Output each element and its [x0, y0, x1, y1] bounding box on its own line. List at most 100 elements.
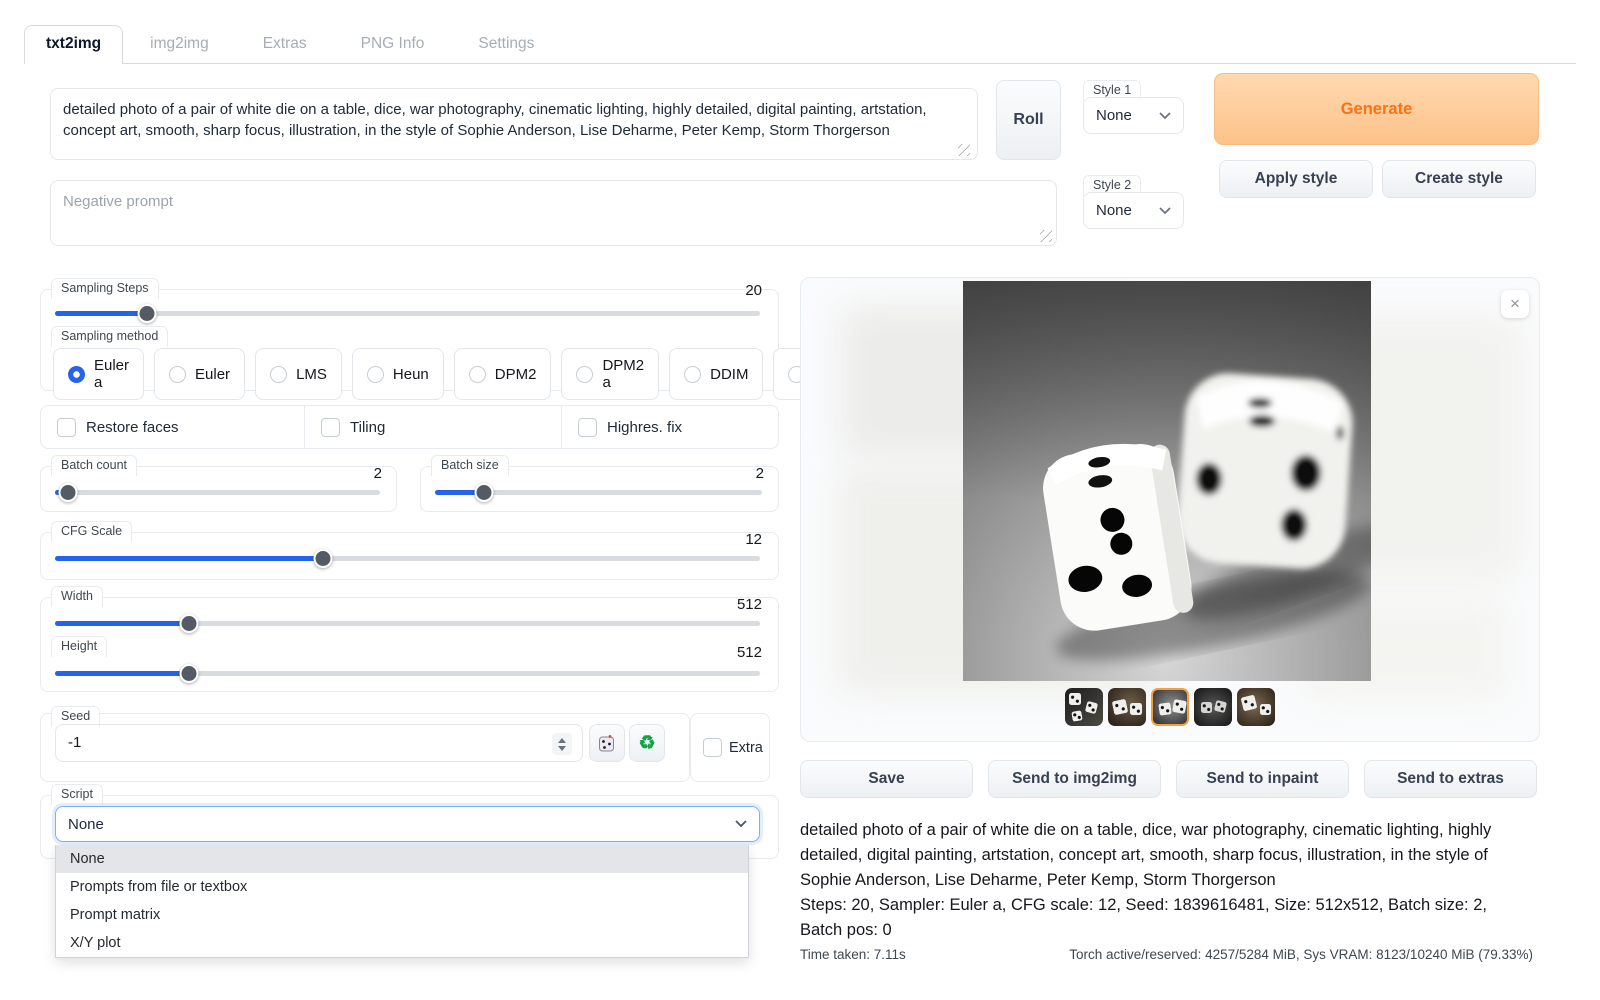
- tab-settings[interactable]: Settings: [451, 26, 561, 63]
- restore-faces-checkbox[interactable]: Restore faces: [41, 406, 305, 448]
- gallery-thumbnail-5[interactable]: [1237, 688, 1275, 726]
- slider-handle[interactable]: [137, 304, 156, 323]
- random-seed-button[interactable]: [589, 724, 625, 762]
- resize-handle-icon[interactable]: [1040, 230, 1052, 242]
- send-to-img2img-button[interactable]: Send to img2img: [988, 760, 1161, 798]
- sampler-option-lms[interactable]: LMS: [255, 348, 342, 400]
- sampler-option-euler[interactable]: Euler: [154, 348, 245, 400]
- chevron-down-icon: [1159, 207, 1171, 215]
- checkbox-icon: [578, 418, 597, 437]
- sampler-option-label: LMS: [296, 366, 327, 383]
- recycle-icon: ♻: [638, 734, 655, 753]
- slider-handle[interactable]: [59, 483, 78, 502]
- radio-icon: [576, 366, 593, 383]
- script-option-none[interactable]: None: [56, 845, 748, 873]
- sampler-option-label: Euler a: [94, 357, 129, 391]
- slider-handle[interactable]: [179, 664, 198, 683]
- radio-icon: [169, 366, 186, 383]
- radio-selected-icon: [68, 366, 85, 383]
- style2-value: None: [1096, 202, 1132, 219]
- create-style-button[interactable]: Create style: [1382, 160, 1536, 198]
- sampler-option-ddim[interactable]: DDIM: [669, 348, 763, 400]
- close-icon: ×: [1510, 294, 1520, 314]
- close-gallery-button[interactable]: ×: [1501, 290, 1529, 318]
- extra-label: Extra: [729, 740, 763, 756]
- restore-faces-label: Restore faces: [86, 419, 179, 436]
- prompt-input[interactable]: detailed photo of a pair of white die on…: [50, 88, 978, 160]
- roll-button[interactable]: Roll: [996, 80, 1061, 160]
- save-button[interactable]: Save: [800, 760, 973, 798]
- action-button-row: Save Send to img2img Send to inpaint Sen…: [800, 760, 1540, 798]
- style1-value: None: [1096, 107, 1132, 124]
- checkbox-icon: [703, 738, 722, 757]
- radio-icon: [684, 366, 701, 383]
- gallery-thumbnail-4[interactable]: [1194, 688, 1232, 726]
- script-value: None: [68, 816, 104, 833]
- seed-stepper[interactable]: [552, 733, 572, 755]
- slider-handle[interactable]: [313, 549, 332, 568]
- style2-select[interactable]: None: [1083, 192, 1184, 229]
- tab-txt2img[interactable]: txt2img: [24, 25, 123, 64]
- gallery-thumbnail-3-selected[interactable]: [1151, 688, 1189, 726]
- gallery-thumbnail-1[interactable]: [1065, 688, 1103, 726]
- width-label: Width: [51, 586, 103, 607]
- width-slider[interactable]: [55, 614, 760, 633]
- highres-fix-checkbox[interactable]: Highres. fix: [562, 406, 778, 448]
- gallery-thumbnail-2[interactable]: [1108, 688, 1146, 726]
- sampling-card: Sampling Steps 20 Sampling method Euler …: [40, 289, 779, 391]
- negative-prompt-input[interactable]: [50, 180, 1057, 246]
- batch-size-slider[interactable]: [435, 483, 762, 502]
- generation-footer: Time taken: 7.11s Torch active/reserved:…: [800, 947, 1533, 962]
- cfg-scale-slider[interactable]: [55, 549, 760, 568]
- sampling-steps-value: 20: [745, 282, 762, 299]
- sampler-option-euler-a[interactable]: Euler a: [53, 348, 144, 400]
- seed-value: -1: [68, 734, 81, 751]
- cfg-scale-label: CFG Scale: [51, 521, 132, 542]
- sampler-option-label: DPM2: [495, 366, 537, 383]
- extra-checkbox[interactable]: Extra: [703, 738, 763, 757]
- style1-select[interactable]: None: [1083, 97, 1184, 134]
- generated-image[interactable]: [963, 281, 1371, 681]
- sampler-option-label: Euler: [195, 366, 230, 383]
- generation-info: detailed photo of a pair of white die on…: [800, 818, 1533, 962]
- height-slider[interactable]: [55, 664, 760, 683]
- tab-png-info[interactable]: PNG Info: [334, 26, 452, 63]
- slider-handle[interactable]: [179, 614, 198, 633]
- sampling-steps-slider[interactable]: [55, 304, 760, 323]
- step-up-icon[interactable]: [558, 738, 566, 743]
- generate-button[interactable]: Generate: [1214, 73, 1539, 145]
- slider-handle[interactable]: [475, 483, 494, 502]
- sampling-steps-label: Sampling Steps: [51, 278, 159, 299]
- batch-count-slider[interactable]: [55, 483, 380, 502]
- tab-img2img[interactable]: img2img: [123, 26, 236, 63]
- sampler-option-dpm2-a[interactable]: DPM2 a: [561, 348, 659, 400]
- tab-extras[interactable]: Extras: [236, 26, 334, 63]
- radio-icon: [469, 366, 486, 383]
- dice-photo: [963, 281, 1371, 681]
- batch-count-card: Batch count 2: [40, 466, 397, 512]
- sampler-option-dpm2[interactable]: DPM2: [454, 348, 552, 400]
- batch-count-value: 2: [374, 465, 382, 482]
- chevron-down-icon: [735, 820, 747, 828]
- sampler-option-heun[interactable]: Heun: [352, 348, 444, 400]
- result-gallery: ×: [800, 277, 1540, 742]
- sampling-method-group: Euler a Euler LMS Heun DPM2 DPM2 a DDIM …: [53, 348, 870, 400]
- script-option-prompt-matrix[interactable]: Prompt matrix: [56, 901, 748, 929]
- time-taken-text: Time taken: 7.11s: [800, 947, 906, 962]
- resize-handle-icon[interactable]: [958, 144, 970, 156]
- output-params-text: Steps: 20, Sampler: Euler a, CFG scale: …: [800, 893, 1533, 943]
- script-label: Script: [51, 784, 103, 805]
- apply-style-button[interactable]: Apply style: [1219, 160, 1373, 198]
- seed-input[interactable]: -1: [55, 724, 583, 762]
- send-to-extras-button[interactable]: Send to extras: [1364, 760, 1537, 798]
- step-down-icon[interactable]: [558, 746, 566, 751]
- reuse-seed-button[interactable]: ♻: [629, 724, 665, 762]
- batch-size-label: Batch size: [431, 455, 509, 476]
- script-option-prompts-from-file[interactable]: Prompts from file or textbox: [56, 873, 748, 901]
- tiling-checkbox[interactable]: Tiling: [305, 406, 562, 448]
- checkbox-icon: [57, 418, 76, 437]
- send-to-inpaint-button[interactable]: Send to inpaint: [1176, 760, 1349, 798]
- batch-size-value: 2: [756, 465, 764, 482]
- script-select[interactable]: None: [55, 806, 760, 842]
- script-option-xy-plot[interactable]: X/Y plot: [56, 929, 748, 957]
